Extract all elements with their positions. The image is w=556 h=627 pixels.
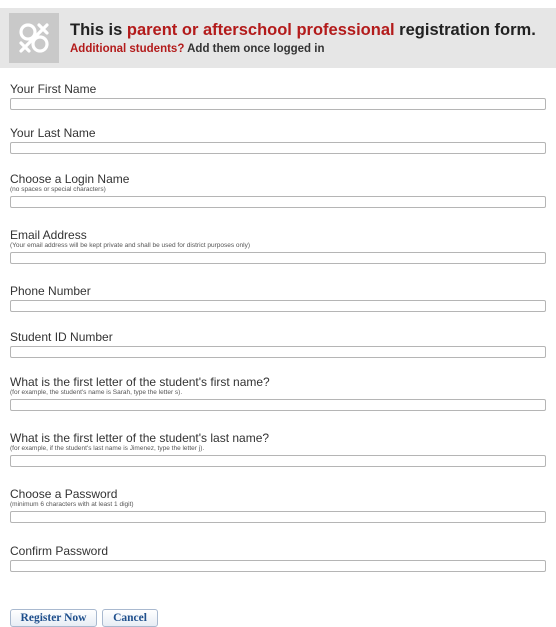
student-id-label: Student ID Number (10, 330, 113, 344)
confirm-password-input[interactable] (10, 560, 546, 572)
first-name-label: Your First Name (10, 82, 97, 96)
student-first-letter-hint: (for example, the student's name is Sara… (10, 389, 183, 396)
email-group: Email Address (Your email address will b… (10, 228, 546, 264)
student-last-letter-input[interactable] (10, 455, 546, 467)
student-first-letter-group: What is the first letter of the student'… (10, 375, 546, 411)
login-name-hint: (no spaces or special characters) (10, 186, 106, 193)
student-id-group: Student ID Number (10, 330, 546, 358)
student-first-letter-input[interactable] (10, 399, 546, 411)
page-subtitle: Additional students? Add them once logge… (70, 43, 325, 55)
knot-logo-icon (9, 13, 59, 63)
password-label: Choose a Password (10, 487, 118, 501)
student-last-letter-group: What is the first letter of the student'… (10, 431, 546, 467)
page-title: This is parent or afterschool profession… (70, 21, 536, 39)
login-name-group: Choose a Login Name (no spaces or specia… (10, 172, 546, 208)
login-name-input[interactable] (10, 196, 546, 208)
confirm-password-label: Confirm Password (10, 544, 109, 558)
student-id-input[interactable] (10, 346, 546, 358)
title-accent: parent or afterschool professional (126, 21, 395, 39)
last-name-group: Your Last Name (10, 126, 546, 154)
password-group: Choose a Password (minimum 6 characters … (10, 487, 546, 523)
last-name-input[interactable] (10, 142, 546, 154)
last-name-label: Your Last Name (10, 126, 96, 140)
first-name-group: Your First Name (10, 82, 546, 110)
student-last-letter-label: What is the first letter of the student'… (10, 431, 270, 445)
subtitle-accent: Additional students? (70, 43, 185, 55)
email-hint: (Your email address will be kept private… (10, 242, 251, 249)
student-first-letter-label: What is the first letter of the student'… (10, 375, 270, 389)
email-input[interactable] (10, 252, 546, 264)
confirm-password-group: Confirm Password (10, 544, 546, 572)
form-header: This is parent or afterschool profession… (0, 8, 556, 68)
login-name-label: Choose a Login Name (10, 172, 130, 186)
first-name-input[interactable] (10, 98, 546, 110)
password-input[interactable] (10, 511, 546, 523)
phone-label: Phone Number (10, 284, 91, 298)
email-label: Email Address (10, 228, 87, 242)
phone-group: Phone Number (10, 284, 546, 312)
phone-input[interactable] (10, 300, 546, 312)
register-now-button[interactable]: Register Now (10, 609, 97, 627)
password-hint: (minimum 6 characters with at least 1 di… (10, 501, 134, 508)
cancel-button[interactable]: Cancel (102, 609, 158, 627)
student-last-letter-hint: (for example, if the student's last name… (10, 445, 205, 452)
